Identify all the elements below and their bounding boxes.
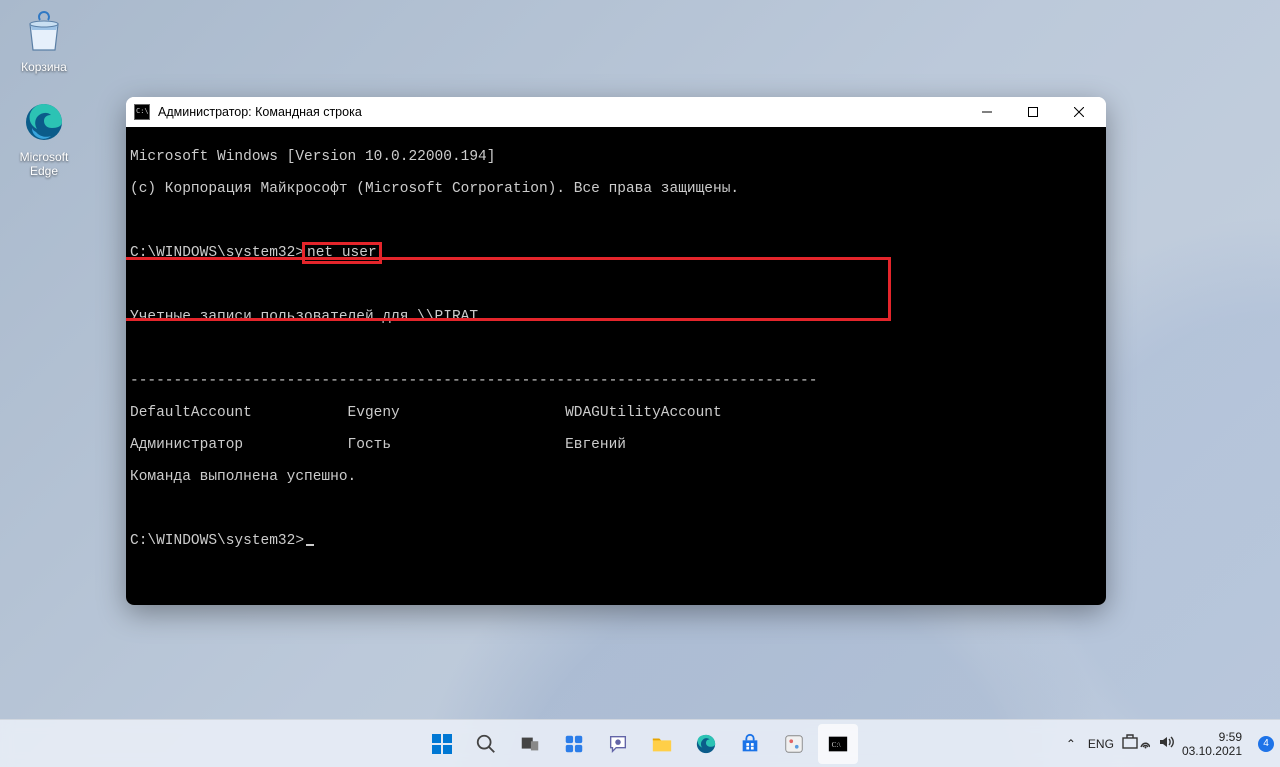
desktop-icon-label: Microsoft Edge <box>4 150 84 178</box>
tray-overflow-button[interactable]: ⌃ <box>1062 737 1080 751</box>
language-indicator[interactable]: ENG <box>1088 737 1114 751</box>
cmd-window: Администратор: Командная строка Microsof… <box>126 97 1106 605</box>
desktop-icon-recycle-bin[interactable]: Корзина <box>4 8 84 74</box>
recycle-bin-icon <box>20 8 68 56</box>
prompt: C:\WINDOWS\system32> <box>130 245 304 261</box>
app-button-1[interactable] <box>774 724 814 764</box>
cmd-icon <box>134 104 150 120</box>
cursor <box>306 544 314 546</box>
network-icon[interactable] <box>1122 734 1150 753</box>
clock[interactable]: 9:59 03.10.2021 <box>1182 730 1246 758</box>
svg-text:C:\: C:\ <box>832 739 842 748</box>
widgets-button[interactable] <box>554 724 594 764</box>
volume-icon[interactable] <box>1158 734 1174 753</box>
clock-date: 03.10.2021 <box>1182 744 1242 758</box>
clock-time: 9:59 <box>1182 730 1242 744</box>
window-title: Администратор: Командная строка <box>158 105 964 119</box>
taskview-button[interactable] <box>510 724 550 764</box>
titlebar[interactable]: Администратор: Командная строка <box>126 97 1106 127</box>
edge-taskbar-button[interactable] <box>686 724 726 764</box>
store-button[interactable] <box>730 724 770 764</box>
terminal-output[interactable]: Microsoft Windows [Version 10.0.22000.19… <box>126 127 1106 605</box>
prompt: C:\WINDOWS\system32> <box>130 533 304 549</box>
taskbar: C:\ ⌃ ENG 9:59 03.10.2021 4 <box>0 719 1280 767</box>
close-button[interactable] <box>1056 97 1102 127</box>
desktop-icon-edge[interactable]: Microsoft Edge <box>4 98 84 178</box>
terminal-line: DefaultAccount Evgeny WDAGUtilityAccount <box>128 405 1104 421</box>
notification-badge[interactable]: 4 <box>1258 736 1274 752</box>
taskbar-right: ⌃ ENG 9:59 03.10.2021 4 <box>1062 730 1274 758</box>
terminal-line: Администратор Гость Евгений <box>128 437 1104 453</box>
minimize-button[interactable] <box>964 97 1010 127</box>
terminal-line: ----------------------------------------… <box>128 373 1104 389</box>
terminal-line: Microsoft Windows [Version 10.0.22000.19… <box>128 149 1104 165</box>
maximize-button[interactable] <box>1010 97 1056 127</box>
search-button[interactable] <box>466 724 506 764</box>
highlighted-command: net user <box>302 242 382 264</box>
desktop-icon-label: Корзина <box>4 60 84 74</box>
terminal-line: Учетные записи пользователей для \\PIRAT <box>128 309 1104 325</box>
start-button[interactable] <box>422 724 462 764</box>
edge-icon <box>20 98 68 146</box>
chat-button[interactable] <box>598 724 638 764</box>
explorer-button[interactable] <box>642 724 682 764</box>
taskbar-center: C:\ <box>422 724 858 764</box>
terminal-line: (c) Корпорация Майкрософт (Microsoft Cor… <box>128 181 1104 197</box>
terminal-line: Команда выполнена успешно. <box>128 469 1104 485</box>
cmd-taskbar-button[interactable]: C:\ <box>818 724 858 764</box>
